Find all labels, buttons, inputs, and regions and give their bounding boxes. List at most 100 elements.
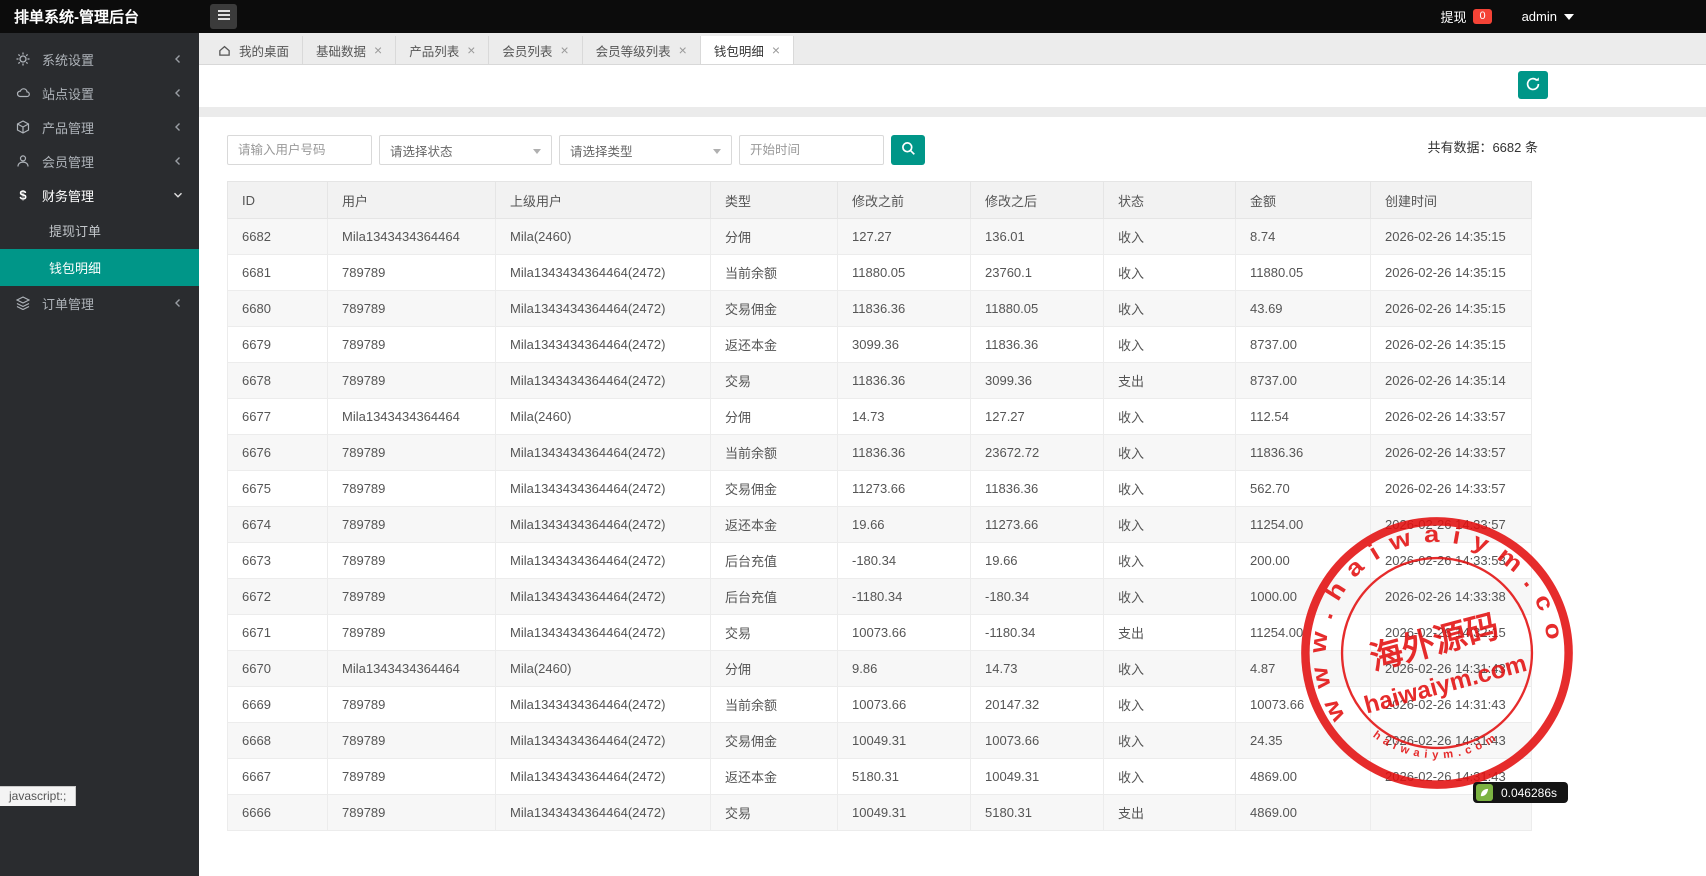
withdraw-button[interactable]: 提现 0	[1440, 7, 1492, 26]
close-icon[interactable]: ×	[374, 43, 382, 57]
sidebar-item-finance-management[interactable]: $ 财务管理	[0, 178, 199, 212]
table-cell: 6668	[227, 722, 328, 759]
sidebar-item-site-settings[interactable]: 站点设置	[0, 76, 199, 110]
tabbar: 我的桌面 基础数据 × 产品列表 × 会员列表 × 会员等级列表 × 钱包明细 ×	[199, 33, 1706, 65]
close-icon[interactable]: ×	[467, 43, 475, 57]
table-cell: 6670	[227, 650, 328, 687]
table-cell: 2026-02-26 14:35:14	[1370, 362, 1532, 399]
close-icon[interactable]: ×	[560, 43, 568, 57]
table-cell: -1180.34	[837, 578, 971, 615]
chevron-left-icon	[173, 156, 183, 166]
table-cell: 收入	[1103, 758, 1236, 795]
user-number-input[interactable]	[227, 135, 372, 165]
sidebar-toggle-button[interactable]	[210, 4, 237, 29]
tab-my-desktop[interactable]: 我的桌面	[205, 36, 304, 64]
table-cell: Mila1343434364464(2472)	[495, 758, 711, 795]
table-cell: 11880.05	[970, 290, 1104, 327]
table-cell: 19.66	[837, 506, 971, 543]
table-cell: 10049.31	[837, 794, 971, 831]
sidebar-subitem-withdraw-orders[interactable]: 提现订单	[0, 212, 199, 249]
table-cell: 收入	[1103, 506, 1236, 543]
sidebar-item-product-management[interactable]: 产品管理	[0, 110, 199, 144]
start-time-input[interactable]	[739, 135, 884, 165]
table-cell: 交易佣金	[710, 722, 838, 759]
toolbar	[199, 65, 1706, 107]
chevron-down-icon	[1564, 13, 1574, 20]
tab-basic-data[interactable]: 基础数据 ×	[303, 36, 397, 64]
table-cell: 11254.00	[1235, 506, 1371, 543]
refresh-button[interactable]	[1518, 71, 1548, 99]
status-select-value: 请选择状态	[390, 144, 453, 159]
table-cell: -1180.34	[970, 614, 1104, 651]
trace-time-text: 0.046286s	[1500, 785, 1557, 800]
chevron-left-icon	[173, 54, 183, 64]
table-cell: 分佣	[710, 650, 838, 687]
table-cell: 当前余额	[710, 254, 838, 291]
table-cell: 当前余额	[710, 434, 838, 471]
tab-label: 钱包明细	[713, 44, 764, 59]
table-cell: 交易	[710, 614, 838, 651]
table-cell: 11880.05	[837, 254, 971, 291]
table-cell: 8737.00	[1235, 326, 1371, 363]
table-cell: 6673	[227, 542, 328, 579]
sidebar-item-system-settings[interactable]: 系统设置	[0, 42, 199, 76]
tab-label: 产品列表	[409, 44, 460, 59]
wallet-detail-table: ID 用户 上级用户 类型 修改之前 修改之后 状态 金额 创建时间 6682 Mila13434…	[227, 181, 1532, 831]
member-icon	[16, 154, 31, 169]
table-cell: 5180.31	[837, 758, 971, 795]
table-cell: 收入	[1103, 398, 1236, 435]
table-row: 6670 Mila1343434364464 Mila(2460) 分佣 9.86 14.…	[227, 650, 1532, 687]
tab-wallet-detail[interactable]: 钱包明细 ×	[700, 36, 795, 64]
table-cell: 6679	[227, 326, 328, 363]
tab-label: 会员等级列表	[595, 44, 671, 59]
status-select[interactable]: 请选择状态	[379, 135, 552, 165]
tab-member-level-list[interactable]: 会员等级列表 ×	[583, 36, 701, 64]
table-cell: 2026-02-26 14:35:15	[1370, 326, 1532, 363]
table-cell: 8.74	[1235, 218, 1371, 255]
table-cell: 6680	[227, 290, 328, 327]
table-cell: 收入	[1103, 578, 1236, 615]
table-cell: 支出	[1103, 362, 1236, 399]
table-cell: 返还本金	[710, 506, 838, 543]
table-cell: 返还本金	[710, 326, 838, 363]
table-cell: Mila1343434364464(2472)	[495, 686, 711, 723]
gear-icon	[16, 52, 31, 67]
search-button[interactable]	[891, 135, 925, 165]
table-cell: 10073.66	[1235, 686, 1371, 723]
type-select[interactable]: 请选择类型	[559, 135, 732, 165]
sidebar-item-label: 系统设置	[42, 52, 95, 68]
table-cell: 6671	[227, 614, 328, 651]
tab-product-list[interactable]: 产品列表 ×	[396, 36, 490, 64]
table-cell: 127.27	[970, 398, 1104, 435]
sidebar-menu: 系统设置站点设置产品管理会员管理 $ 财务管理提现订单钱包明细订单管理	[0, 42, 199, 320]
table-cell: 789789	[327, 326, 496, 363]
table-cell: 3099.36	[837, 326, 971, 363]
chevron-left-icon	[173, 122, 183, 132]
table-cell: 收入	[1103, 434, 1236, 471]
user-menu[interactable]: admin	[1522, 9, 1574, 24]
table-cell: 6681	[227, 254, 328, 291]
chevron-left-icon	[173, 298, 183, 308]
sidebar-item-label: 产品管理	[42, 120, 95, 136]
sidebar-subitem-wallet-detail[interactable]: 钱包明细	[0, 249, 199, 286]
table-cell: 11836.36	[970, 470, 1104, 507]
sidebar-item-member-management[interactable]: 会员管理	[0, 144, 199, 178]
table-cell: 收入	[1103, 218, 1236, 255]
table-cell: 11254.00	[1235, 614, 1371, 651]
sidebar-item-label: 站点设置	[42, 86, 95, 102]
table-cell: 2026-02-26 14:33:57	[1370, 398, 1532, 435]
sidebar-subitem-label: 提现订单	[49, 224, 102, 239]
close-icon[interactable]: ×	[679, 43, 687, 57]
trace-badge[interactable]: 0.046286s	[1472, 782, 1568, 803]
table-cell: 136.01	[970, 218, 1104, 255]
product-icon	[16, 120, 31, 135]
table-cell: 收入	[1103, 650, 1236, 687]
sidebar-item-order-management[interactable]: 订单管理	[0, 286, 199, 320]
search-icon	[901, 141, 916, 159]
tab-member-list[interactable]: 会员列表 ×	[489, 36, 583, 64]
close-icon[interactable]: ×	[772, 43, 780, 57]
table-cell: 789789	[327, 794, 496, 831]
sidebar-subitem-label: 钱包明细	[49, 261, 102, 276]
table-cell: 127.27	[837, 218, 971, 255]
table-cell: 10073.66	[837, 614, 971, 651]
